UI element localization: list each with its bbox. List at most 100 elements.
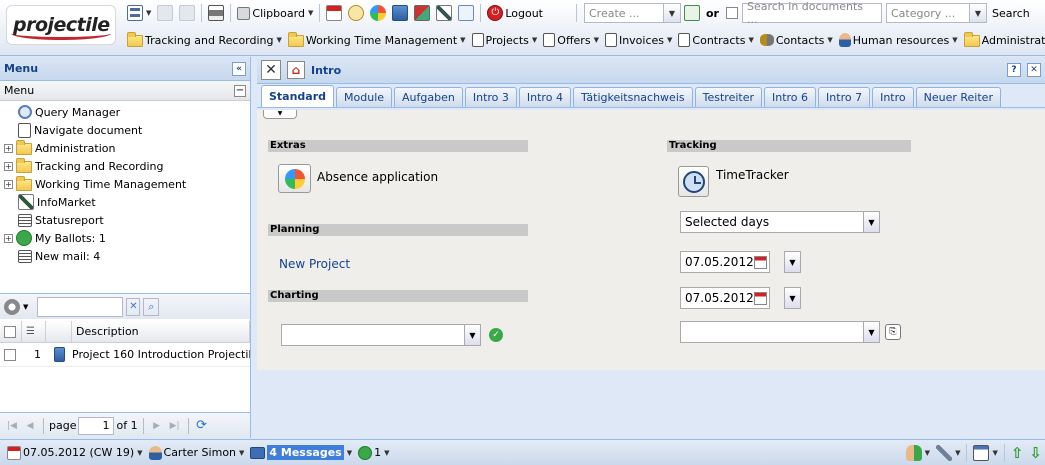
menu-human-resources[interactable]: Human resources ▼ [836, 30, 961, 50]
description-column-header[interactable]: Description [72, 321, 250, 342]
expand-icon[interactable]: + [4, 233, 13, 243]
gear-icon[interactable] [4, 298, 20, 315]
menu-contacts[interactable]: Contacts ▼ [757, 30, 836, 50]
grid-filter-input[interactable] [37, 296, 124, 317]
calendar-button[interactable] [323, 3, 345, 23]
create-combo[interactable]: Create ... ▼ [584, 3, 681, 23]
tree-item-my-ballots-1[interactable]: + My Ballots: 1 [4, 229, 246, 247]
table-row[interactable]: 1 Project 160 Introduction Projectile [0, 343, 250, 367]
menu-projects[interactable]: Projects ▼ [469, 30, 541, 50]
menu-tracking-and-recording[interactable]: Tracking and Recording ▼ [124, 30, 285, 50]
tree-item-statusreport[interactable]: Statusreport [4, 211, 246, 229]
expand-icon[interactable]: + [4, 179, 13, 189]
menu-working-time-management[interactable]: Working Time Management ▼ [285, 30, 469, 50]
create-input[interactable]: Create ... [584, 3, 664, 23]
tree-item-navigate-document[interactable]: Navigate document [4, 121, 246, 139]
search-icon[interactable]: ⌕ [143, 297, 160, 316]
tab-neuer-reiter[interactable]: Neuer Reiter [915, 87, 1001, 107]
search-input[interactable]: Search in documents ... [741, 0, 882, 26]
chevron-down-icon[interactable]: ▼ [464, 325, 480, 345]
absence-application-label[interactable]: Absence application [317, 170, 438, 184]
date-to-dropdown[interactable]: ▼ [784, 287, 801, 309]
tab-aufgaben[interactable]: Aufgaben [394, 87, 463, 107]
timetracker-toolbar-button[interactable] [345, 3, 367, 23]
menu-contracts[interactable]: Contracts ▼ [675, 30, 756, 50]
tree-item-working-time-management[interactable]: + Working Time Management [4, 175, 246, 193]
search-button[interactable]: Search [989, 3, 1033, 23]
search-mode-checkbox[interactable] [725, 7, 738, 19]
row-checkbox[interactable] [4, 348, 16, 361]
tracking-option-select[interactable]: ▼ [680, 321, 880, 343]
tree-item-infomarket[interactable]: InfoMarket [4, 193, 246, 211]
scroll-bottom-button[interactable]: ⇩ [1026, 443, 1045, 463]
new-project-link[interactable]: New Project [279, 257, 350, 271]
menu-administration[interactable]: Administration▼ [961, 30, 1045, 50]
tab-testreiter[interactable]: Testreiter [694, 87, 762, 107]
windows-menu-button[interactable]: ▼ [124, 3, 154, 23]
first-page-icon[interactable]: |◀ [4, 418, 20, 434]
logout-button[interactable]: ⏻ Logout [484, 3, 546, 23]
tree-item-new-mail-4[interactable]: New mail: 4 [4, 247, 246, 265]
next-page-icon[interactable]: ▶ [149, 418, 165, 434]
ok-check-icon[interactable]: ✓ [489, 328, 503, 342]
messages-button[interactable]: 4 Messages ▼ [247, 443, 355, 463]
date-to-field[interactable]: 07.05.2012 [680, 287, 770, 309]
tasks-toolbar-button[interactable] [411, 3, 433, 23]
collapse-tree-icon[interactable]: − [234, 84, 246, 97]
ballots-button[interactable]: 1 ▼ [355, 443, 392, 463]
date-from-field[interactable]: 07.05.2012 [680, 251, 770, 273]
tree-item-query-manager[interactable]: Query Manager [4, 103, 246, 121]
tab-tätigkeitsnachweis[interactable]: Tätigkeitsnachweis [572, 87, 693, 107]
close-icon[interactable]: ✕ [261, 60, 281, 80]
chevron-down-icon[interactable]: ▼ [23, 303, 28, 311]
tab-intro-6[interactable]: Intro 6 [764, 87, 817, 107]
row-number-column[interactable]: ☰ [22, 321, 46, 342]
chevron-down-icon[interactable]: ▼ [969, 3, 987, 23]
tab-intro-3[interactable]: Intro 3 [464, 87, 517, 107]
menu-invoices[interactable]: Invoices ▼ [602, 30, 675, 50]
tab-intro[interactable]: Intro [872, 87, 914, 107]
chevron-down-icon[interactable]: ▼ [863, 212, 879, 232]
create-go-button[interactable] [681, 3, 703, 23]
tab-intro-7[interactable]: Intro 7 [818, 87, 871, 107]
category-input[interactable]: Category ... [885, 3, 970, 23]
absence-toolbar-button[interactable] [367, 3, 389, 23]
chevron-down-icon[interactable]: ▼ [863, 322, 879, 342]
tab-standard[interactable]: Standard [261, 85, 335, 107]
forward-button[interactable] [176, 3, 198, 23]
tab-intro-4[interactable]: Intro 4 [518, 87, 571, 107]
prev-page-icon[interactable]: ◀ [22, 418, 38, 434]
absence-application-button[interactable] [278, 164, 311, 193]
select-all-checkbox[interactable] [4, 325, 16, 338]
menu-offers[interactable]: Offers ▼ [540, 30, 602, 50]
expand-icon[interactable]: + [4, 143, 13, 153]
type-column[interactable] [46, 321, 72, 342]
window-button[interactable]: ▼ [970, 443, 1000, 463]
select-all-column[interactable] [0, 321, 22, 342]
scroll-top-button[interactable]: ⇧ [1008, 443, 1027, 463]
user-button[interactable]: Carter Simon ▼ [146, 443, 248, 463]
clipboard-button[interactable]: Clipboard ▼ [234, 3, 316, 23]
projectile-logo[interactable]: projectile [6, 5, 116, 45]
team-button[interactable]: ▼ [903, 443, 933, 463]
calendar-icon[interactable] [753, 255, 767, 269]
refresh-icon[interactable]: ⟳ [194, 418, 210, 434]
print-button[interactable] [205, 3, 227, 23]
page-number-input[interactable]: 1 [78, 416, 115, 435]
tab-module[interactable]: Module [336, 87, 393, 107]
current-date-button[interactable]: 07.05.2012 (CW 19) ▼ [4, 443, 146, 463]
back-button[interactable] [154, 3, 176, 23]
tree-item-administration[interactable]: + Administration [4, 139, 246, 157]
chart-select[interactable]: ▼ [281, 324, 481, 346]
clear-filter-icon[interactable]: ✕ [126, 297, 141, 316]
tree-item-tracking-and-recording[interactable]: + Tracking and Recording [4, 157, 246, 175]
tools-toolbar-button[interactable] [433, 3, 455, 23]
timetracker-button[interactable] [678, 166, 709, 197]
settings-button[interactable]: ▼ [933, 443, 963, 463]
open-document-icon[interactable]: ⎘ [885, 324, 901, 340]
help-icon[interactable]: ? [1007, 63, 1021, 77]
timetracker-label[interactable]: TimeTracker [716, 168, 789, 182]
category-combo[interactable]: Category ... ▼ [885, 3, 987, 23]
date-from-dropdown[interactable]: ▼ [784, 251, 801, 273]
expand-toggle[interactable]: ▼ [263, 110, 297, 119]
